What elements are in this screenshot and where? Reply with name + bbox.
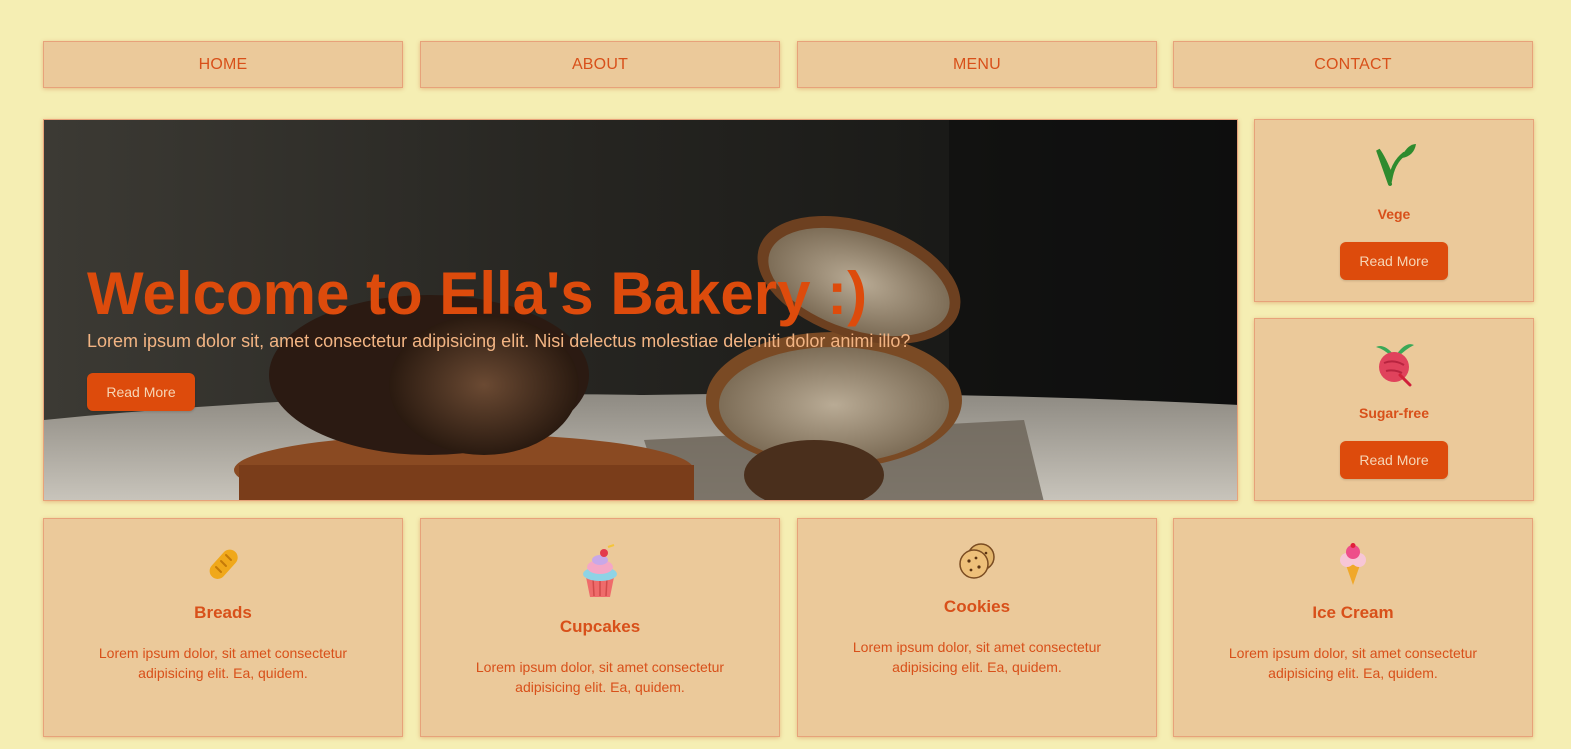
cookie-icon (959, 543, 995, 579)
hero-read-more-button[interactable]: Read More (87, 373, 195, 411)
beet-icon (1376, 344, 1414, 387)
sugar-free-read-more-button[interactable]: Read More (1340, 441, 1448, 479)
cupcake-icon (583, 544, 617, 597)
item-title: Cupcakes (559, 617, 641, 636)
nav-home-link[interactable]: HOME (43, 41, 403, 88)
bread-icon (209, 549, 238, 579)
item-card-ice-cream: Ice Cream Lorem ipsum dolor, sit amet co… (1173, 518, 1533, 737)
side-card-title: Sugar-free (1358, 405, 1430, 421)
item-description: Lorem ipsum dolor, sit amet consectetur … (475, 659, 725, 695)
item-card-breads: Breads Lorem ipsum dolor, sit amet conse… (43, 518, 403, 737)
item-title: Cookies (943, 597, 1011, 616)
nav-contact-link[interactable]: CONTACT (1173, 41, 1533, 88)
item-description: Lorem ipsum dolor, sit amet consectetur … (98, 645, 348, 681)
nav-about-link[interactable]: ABOUT (420, 41, 780, 88)
hero-title: Welcome to Ella's Bakery :) (87, 260, 868, 327)
side-card-sugar-free: Sugar-free Read More (1254, 318, 1534, 501)
hero-content: Welcome to Ella's Bakery :) Lorem ipsum … (87, 260, 910, 411)
vege-read-more-button[interactable]: Read More (1340, 242, 1448, 280)
hero-banner: Welcome to Ella's Bakery :) Lorem ipsum … (43, 119, 1238, 501)
item-title: Breads (194, 603, 252, 622)
ice-cream-icon (1340, 543, 1366, 585)
item-description: Lorem ipsum dolor, sit amet consectetur … (852, 639, 1102, 675)
item-title: Ice Cream (1312, 603, 1394, 622)
sprout-icon (1376, 144, 1416, 186)
item-card-cupcakes: Cupcakes Lorem ipsum dolor, sit amet con… (420, 518, 780, 737)
item-card-cookies: Cookies Lorem ipsum dolor, sit amet cons… (797, 518, 1157, 737)
nav-menu-link[interactable]: MENU (797, 41, 1157, 88)
hero-subtitle: Lorem ipsum dolor sit, amet consectetur … (87, 331, 911, 351)
item-description: Lorem ipsum dolor, sit amet consectetur … (1228, 645, 1478, 681)
side-card-title: Vege (1377, 206, 1411, 222)
side-card-vege: Vege Read More (1254, 119, 1534, 302)
